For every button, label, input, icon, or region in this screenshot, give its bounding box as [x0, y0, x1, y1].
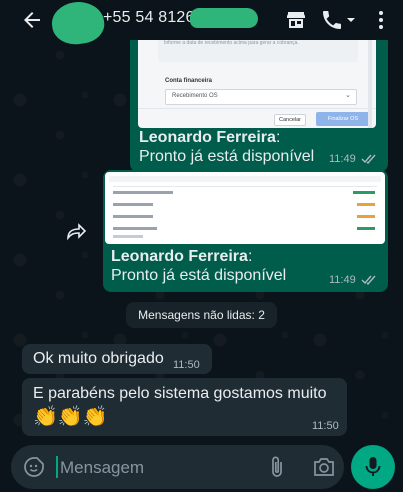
message-text: E parabéns pelo sistema gostamos muito: [33, 385, 327, 402]
message-time: 11:50: [173, 359, 200, 371]
camera-icon[interactable]: [312, 456, 336, 478]
message-text: Pronto já está disponível: [139, 148, 315, 165]
outgoing-image-message[interactable]: Leonardo Ferreira: Pronto já está dispon…: [103, 170, 388, 292]
clapping-emoji: 👏👏👏: [33, 406, 108, 428]
screenshot-row: [113, 191, 173, 194]
screenshot-row: [113, 235, 143, 238]
message-text: Pronto já está disponível: [111, 267, 287, 284]
screenshot-row: [113, 215, 153, 218]
voice-message-button[interactable]: [351, 445, 395, 489]
screenshot-value: [357, 215, 375, 218]
screenshot-row: [113, 227, 157, 230]
outgoing-image-message[interactable]: Informe a data de recebimento acima para…: [130, 26, 388, 172]
screenshot-value: [357, 203, 375, 206]
shared-screenshot[interactable]: Informe a data de recebimento acima para…: [138, 34, 376, 128]
message-sender: Leonardo Ferreira:: [139, 129, 280, 147]
message-text: Ok muito obrigado: [33, 350, 164, 367]
message-composer: Mensagem: [11, 445, 344, 489]
message-sender: Leonardo Ferreira:: [111, 248, 252, 266]
screenshot-value: [357, 227, 375, 230]
shop-icon[interactable]: [284, 8, 308, 32]
screenshot-topbar: [109, 176, 381, 182]
double-check-read-icon: [361, 275, 376, 285]
chat-header: +55 54 8126: [0, 0, 403, 48]
text-cursor: [56, 456, 58, 478]
call-dropdown-icon[interactable]: [344, 8, 358, 32]
chevron-down-icon: ⌄: [345, 92, 351, 99]
contact-phone[interactable]: +55 54 8126: [103, 9, 195, 27]
unread-label: Mensagens não lidas: 2: [126, 302, 277, 328]
message-input[interactable]: Mensagem: [60, 458, 144, 478]
sender-name: Leonardo Ferreira: [139, 129, 276, 146]
screenshot-confirm-button: Finalizar OS: [316, 112, 370, 126]
screenshot-divider: [113, 186, 377, 187]
screenshot-divider: [138, 108, 376, 109]
phone-call-icon[interactable]: [320, 8, 344, 32]
screenshot-cancel-button: Cancelar: [274, 114, 307, 126]
screenshot-row: [113, 203, 153, 206]
screenshot-account-label: Conta financeira: [165, 78, 213, 84]
screenshot-account-select: Recebimento OS ⌄: [165, 89, 357, 105]
message-time: 11:50: [312, 420, 339, 432]
incoming-message[interactable]: Ok muito obrigado 11:50: [22, 344, 212, 374]
sender-name: Leonardo Ferreira: [111, 248, 248, 265]
message-time: 11:49: [329, 153, 356, 165]
emoji-sticker-icon[interactable]: [23, 456, 45, 478]
unread-messages-divider: Mensagens não lidas: 2: [0, 302, 403, 328]
attach-icon[interactable]: [266, 455, 288, 479]
double-check-read-icon: [361, 154, 376, 164]
screenshot-scrollbar: [368, 34, 372, 128]
sender-colon: :: [247, 248, 253, 265]
shared-screenshot[interactable]: [105, 172, 385, 244]
microphone-icon: [365, 457, 381, 476]
phone-redaction: [190, 8, 258, 28]
incoming-message[interactable]: E parabéns pelo sistema gostamos muito 👏…: [22, 378, 347, 436]
message-time: 11:49: [329, 274, 356, 286]
back-arrow-icon[interactable]: [20, 8, 44, 32]
screenshot-info-text: Informe a data de recebimento acima para…: [164, 40, 299, 46]
screenshot-value: [353, 191, 375, 194]
forward-icon[interactable]: [64, 222, 88, 242]
sender-colon: :: [275, 129, 281, 146]
screenshot-account-value: Recebimento OS: [172, 93, 218, 99]
more-options-icon[interactable]: [369, 8, 393, 32]
